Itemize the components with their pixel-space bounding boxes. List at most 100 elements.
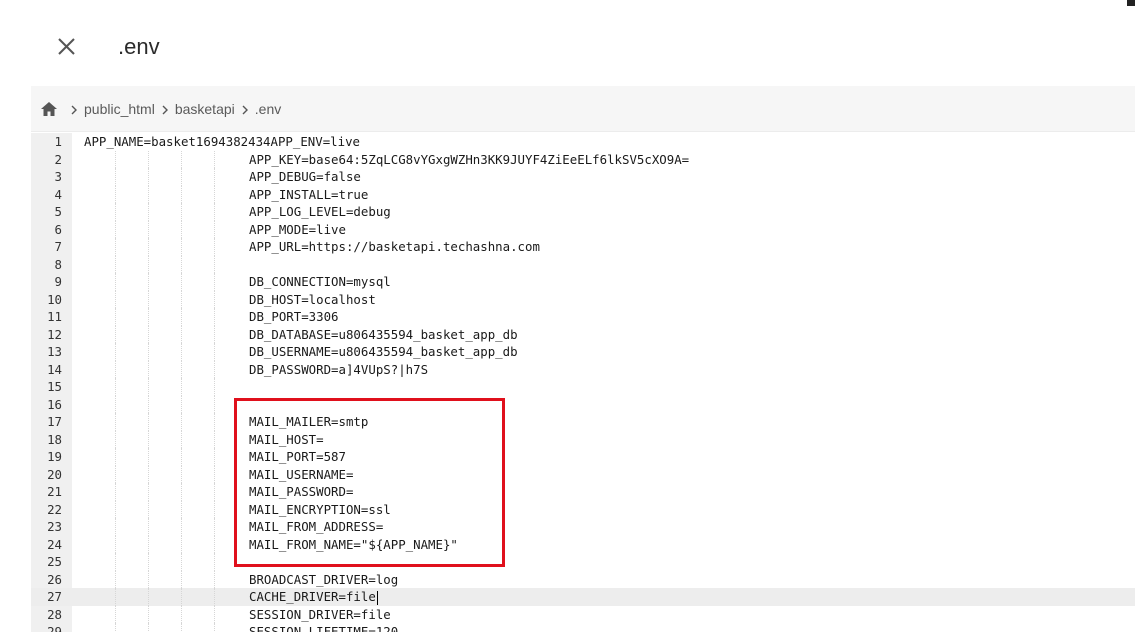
- indent-guide: [115, 343, 116, 361]
- breadcrumb-item-basketapi[interactable]: basketapi: [175, 101, 235, 117]
- code-line[interactable]: 18 MAIL_HOST=: [31, 430, 1135, 448]
- line-text: APP_KEY=base64:5ZqLCG8vYGxgWZHn3KK9JUYF4…: [249, 151, 690, 167]
- line-number: 16: [47, 396, 62, 412]
- code-line[interactable]: 26 BROADCAST_DRIVER=log: [31, 570, 1135, 588]
- breadcrumb-item-public-html[interactable]: public_html: [84, 101, 155, 117]
- indent-guide: [148, 220, 149, 238]
- indent-guide: [181, 360, 182, 378]
- indent-guide: [181, 430, 182, 448]
- indent-guide: [148, 465, 149, 483]
- code-line[interactable]: 13 DB_USERNAME=u806435594_basket_app_db: [31, 343, 1135, 361]
- code-line[interactable]: 27 CACHE_DRIVER=file: [31, 588, 1135, 606]
- line-text: APP_MODE=live: [249, 221, 346, 237]
- code-line[interactable]: 21 MAIL_PASSWORD=: [31, 483, 1135, 501]
- indent-guide: [148, 413, 149, 431]
- code-line[interactable]: 6 APP_MODE=live: [31, 220, 1135, 238]
- line-text: MAIL_FROM_NAME="${APP_NAME}": [249, 536, 458, 552]
- indent-guide: [214, 220, 215, 238]
- close-icon: [58, 38, 75, 55]
- indent-guide: [115, 255, 116, 273]
- code-area[interactable]: 1 APP_NAME=basket1694382434APP_ENV=live 2 A…: [31, 133, 1135, 632]
- indent-guide: [214, 500, 215, 518]
- indent-guide: [115, 238, 116, 256]
- breadcrumb: public_html basketapi .env: [31, 86, 1135, 132]
- indent-guide: [181, 220, 182, 238]
- indent-guide: [148, 588, 149, 606]
- line-number: 5: [54, 204, 62, 219]
- code-line[interactable]: 20 MAIL_USERNAME=: [31, 465, 1135, 483]
- indent-guide: [115, 588, 116, 606]
- code-line[interactable]: 4 APP_INSTALL=true: [31, 185, 1135, 203]
- line-number: 2: [54, 151, 62, 167]
- indent-guide: [214, 343, 215, 361]
- indent-guide: [148, 343, 149, 361]
- indent-guide: [148, 518, 149, 536]
- indent-guide: [214, 185, 215, 203]
- home-icon[interactable]: [40, 101, 58, 117]
- line-text: MAIL_HOST=: [249, 431, 324, 447]
- indent-guide: [115, 273, 116, 291]
- code-line[interactable]: 17 MAIL_MAILER=smtp: [31, 413, 1135, 431]
- breadcrumb-item-env[interactable]: .env: [255, 101, 281, 117]
- line-text: DB_HOST=localhost: [249, 291, 376, 307]
- indent-guide: [148, 623, 149, 632]
- line-number: 7: [54, 239, 62, 254]
- line-number: 25: [47, 554, 62, 569]
- indent-guide: [148, 150, 149, 168]
- line-number: 27: [47, 589, 62, 604]
- code-line[interactable]: 11 DB_PORT=3306: [31, 308, 1135, 326]
- indent-guide: [115, 203, 116, 221]
- code-line[interactable]: 28 SESSION_DRIVER=file: [31, 605, 1135, 623]
- indent-guide: [115, 220, 116, 238]
- code-line[interactable]: 10 DB_HOST=localhost: [31, 290, 1135, 308]
- code-line[interactable]: 7 APP_URL=https://basketapi.techashna.com: [31, 238, 1135, 256]
- line-text: APP_LOG_LEVEL=debug: [249, 204, 391, 219]
- indent-guide: [214, 203, 215, 221]
- line-number: 10: [47, 291, 62, 307]
- code-line[interactable]: 23 MAIL_FROM_ADDRESS=: [31, 518, 1135, 536]
- code-line[interactable]: 3 APP_DEBUG=false: [31, 168, 1135, 186]
- indent-guide: [148, 500, 149, 518]
- indent-guide: [181, 290, 182, 308]
- line-text: APP_URL=https://basketapi.techashna.com: [249, 239, 540, 254]
- line-text: SESSION_DRIVER=file: [249, 606, 391, 622]
- code-line[interactable]: 5 APP_LOG_LEVEL=debug: [31, 203, 1135, 221]
- indent-guide: [148, 395, 149, 413]
- indent-guide: [214, 378, 215, 396]
- code-line[interactable]: 14 DB_PASSWORD=a]4VUpS?|h7S: [31, 360, 1135, 378]
- line-text: MAIL_ENCRYPTION=ssl: [249, 501, 391, 517]
- code-line[interactable]: 25: [31, 553, 1135, 571]
- indent-guide: [214, 290, 215, 308]
- indent-guide: [214, 588, 215, 606]
- indent-guide: [115, 325, 116, 343]
- code-editor[interactable]: 1 APP_NAME=basket1694382434APP_ENV=live 2 A…: [31, 133, 1135, 632]
- indent-guide: [214, 255, 215, 273]
- line-number: 9: [54, 274, 62, 289]
- line-text: DB_CONNECTION=mysql: [249, 274, 391, 289]
- line-number: 28: [47, 606, 62, 622]
- code-line[interactable]: 9 DB_CONNECTION=mysql: [31, 273, 1135, 291]
- code-line[interactable]: 1 APP_NAME=basket1694382434APP_ENV=live: [31, 133, 1135, 151]
- indent-guide: [214, 395, 215, 413]
- indent-guide: [214, 518, 215, 536]
- code-line[interactable]: 8: [31, 255, 1135, 273]
- indent-guide: [181, 483, 182, 501]
- code-line[interactable]: 2 APP_KEY=base64:5ZqLCG8vYGxgWZHn3KK9JUYF…: [31, 150, 1135, 168]
- code-line[interactable]: 12 DB_DATABASE=u806435594_basket_app_db: [31, 325, 1135, 343]
- close-button[interactable]: [53, 33, 81, 61]
- indent-guide: [181, 255, 182, 273]
- code-line[interactable]: 24 MAIL_FROM_NAME="${APP_NAME}": [31, 535, 1135, 553]
- line-text: DB_DATABASE=u806435594_basket_app_db: [249, 326, 518, 342]
- code-line[interactable]: 15: [31, 378, 1135, 396]
- indent-guide: [214, 483, 215, 501]
- line-number: 26: [47, 571, 62, 587]
- line-number: 1: [54, 134, 62, 149]
- code-line[interactable]: 16: [31, 395, 1135, 413]
- code-line[interactable]: 22 MAIL_ENCRYPTION=ssl: [31, 500, 1135, 518]
- indent-guide: [148, 360, 149, 378]
- code-line[interactable]: 29 SESSION_LIFETIME=120: [31, 623, 1135, 632]
- chevron-right-icon: [239, 103, 251, 115]
- indent-guide: [148, 185, 149, 203]
- indent-guide: [115, 150, 116, 168]
- code-line[interactable]: 19 MAIL_PORT=587: [31, 448, 1135, 466]
